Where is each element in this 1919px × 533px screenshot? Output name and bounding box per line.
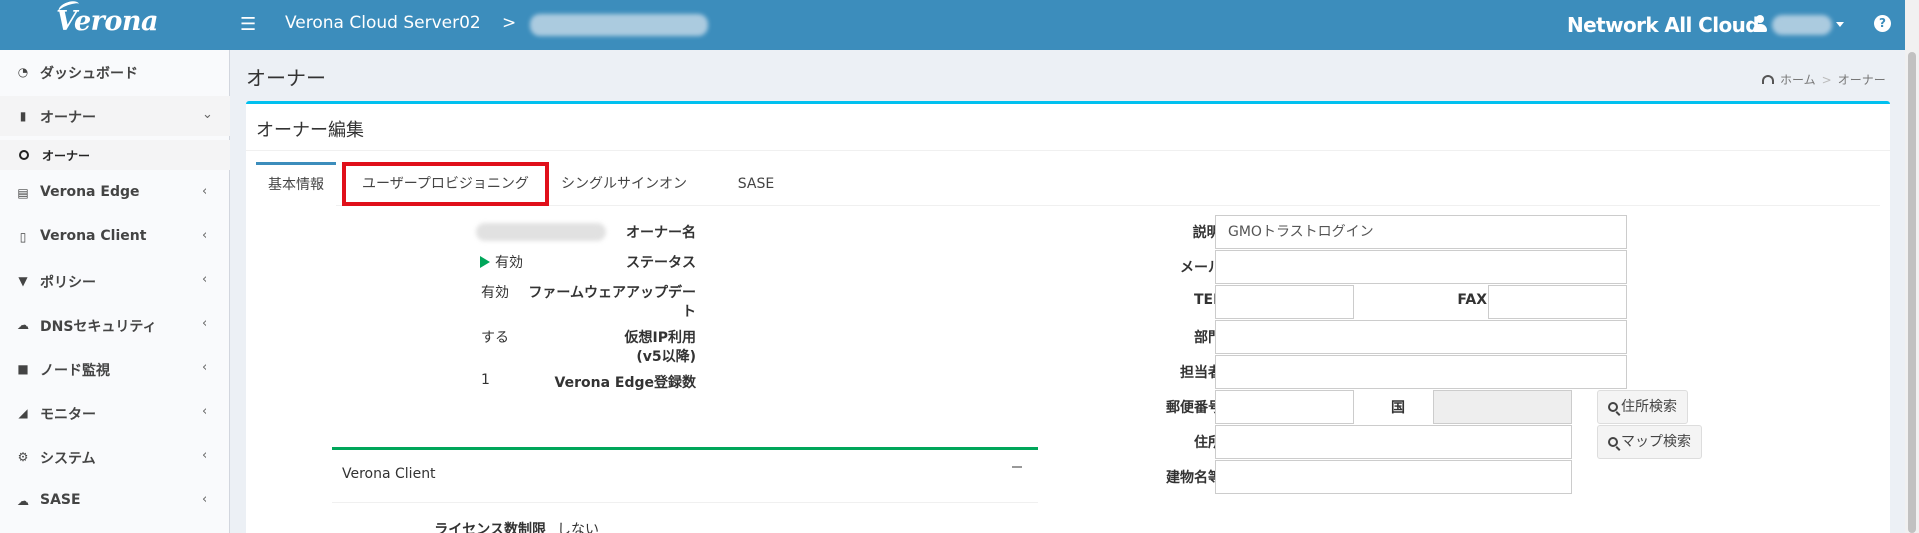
fax-input[interactable] [1488, 285, 1627, 319]
sidebar-item-dns-security[interactable]: ☁ DNSセキュリティ ‹ [0, 305, 230, 345]
chevron-down-icon: ⌄ [202, 107, 213, 122]
hamburger-menu-icon[interactable]: ☰ [240, 14, 256, 35]
chevron-left-icon: ‹ [202, 316, 208, 331]
country-label: 国 [1391, 400, 1405, 416]
divider [246, 150, 1890, 151]
verona-client-box: Verona Client ライセンス数制限 しない [332, 447, 1038, 533]
play-icon [480, 256, 490, 268]
sidebar-subitem-owner[interactable]: オーナー [0, 140, 230, 170]
edge-count-value: 1 [481, 372, 490, 388]
area-chart-icon: ◢ [18, 406, 28, 420]
page-scrollbar[interactable] [1905, 0, 1919, 533]
description-input[interactable]: GMOトラストログイン [1215, 215, 1627, 249]
building-icon: ▮ [19, 109, 27, 123]
redacted-owner-name [530, 14, 708, 36]
tel-input[interactable] [1215, 285, 1354, 319]
redacted-user-name[interactable] [1772, 15, 1832, 35]
chevron-left-icon: ‹ [202, 360, 208, 375]
building-name-label: 建物名等 [1166, 470, 1222, 486]
chevron-left-icon: ‹ [202, 228, 208, 243]
page-title: オーナー [246, 66, 326, 90]
tab-bar: 基本情報 ユーザープロビジョニング シングルサインオン SASE [256, 162, 1880, 206]
fax-label: FAX [1457, 292, 1487, 308]
cloud-icon: ☁ [17, 318, 29, 332]
owner-name-label: オーナー名 [626, 225, 696, 241]
zip-code-label: 郵便番号 [1166, 400, 1222, 416]
user-dropdown-caret-icon[interactable] [1836, 22, 1844, 27]
breadcrumb: ホーム > オーナー [1762, 71, 1886, 88]
box-title: オーナー編集 [256, 120, 364, 141]
firmware-update-label: ファームウェアアップデー [528, 285, 696, 301]
tab-basic-info[interactable]: 基本情報 [256, 162, 336, 206]
chevron-left-icon: ‹ [202, 184, 208, 199]
dashboard-icon [1762, 75, 1774, 84]
dashboard-icon: ◔ [17, 65, 29, 79]
sidebar-item-owner[interactable]: ▮ オーナー ⌄ [0, 96, 230, 136]
map-search-button[interactable]: マップ検索 [1597, 425, 1702, 459]
breadcrumb-separator: > [1821, 73, 1832, 87]
title-separator: > [502, 13, 517, 33]
sidebar-item-verona-edge[interactable]: ▤ Verona Edge ‹ [0, 173, 230, 213]
user-icon[interactable] [1752, 15, 1768, 33]
tab-user-provisioning[interactable]: ユーザープロビジョニング [342, 162, 549, 206]
help-icon[interactable]: ? [1874, 15, 1891, 32]
hdd-icon: ▤ [17, 186, 29, 200]
license-limit-value: しない [557, 522, 599, 533]
status-value: 有効 [480, 252, 523, 272]
server-title: Verona Cloud Server02 [285, 13, 481, 33]
scrollbar-thumb[interactable] [1908, 52, 1916, 533]
client-box-title: Verona Client [342, 466, 436, 482]
verona-logo[interactable]: Verona [56, 0, 196, 44]
network-title: Network All Cloud [1567, 13, 1760, 37]
video-camera-icon: ■ [17, 362, 29, 376]
chevron-left-icon: ‹ [202, 492, 208, 507]
sidebar-item-sase[interactable]: ☁ SASE ‹ [0, 481, 230, 521]
tab-single-sign-on[interactable]: シングルサインオン [559, 162, 689, 206]
sidebar-item-system[interactable]: ⚙ システム ‹ [0, 437, 230, 477]
mobile-icon: ▯ [19, 230, 27, 244]
chevron-left-icon: ‹ [202, 272, 208, 287]
collapse-minus-icon[interactable] [1012, 466, 1022, 468]
divider [332, 502, 1038, 503]
search-icon [1608, 437, 1618, 447]
filter-icon: ▼ [18, 274, 28, 288]
cloud-icon: ☁ [17, 494, 29, 508]
sidebar-item-policy[interactable]: ▼ ポリシー ‹ [0, 261, 230, 301]
gear-icon: ⚙ [17, 450, 29, 464]
department-input[interactable] [1215, 320, 1627, 354]
virtual-ip-label-cont: (v5以降) [636, 349, 696, 365]
sidebar-item-node-monitor[interactable]: ■ ノード監視 ‹ [0, 349, 230, 389]
license-limit-label: ライセンス数制限 [434, 522, 546, 533]
person-in-charge-input[interactable] [1215, 355, 1627, 389]
sidebar-item-verona-client[interactable]: ▯ Verona Client ‹ [0, 217, 230, 257]
firmware-update-value: 有効 [481, 285, 509, 301]
building-name-input[interactable] [1215, 460, 1572, 494]
status-label: ステータス [626, 255, 696, 271]
virtual-ip-value: する [481, 330, 509, 346]
virtual-ip-label: 仮想IP利用 [624, 330, 696, 346]
redacted-owner-name-value [476, 223, 606, 241]
mail-input[interactable] [1215, 250, 1627, 284]
firmware-update-label-cont: ト [682, 304, 696, 320]
breadcrumb-current: オーナー [1837, 73, 1886, 87]
breadcrumb-home[interactable]: ホーム [1780, 73, 1816, 87]
address-search-button[interactable]: 住所検索 [1597, 390, 1688, 424]
country-input [1433, 390, 1572, 424]
chevron-left-icon: ‹ [202, 404, 208, 419]
top-navbar: Verona ☰ Verona Cloud Server02 > Network… [0, 0, 1919, 50]
tab-sase[interactable]: SASE [726, 162, 786, 206]
edge-count-label: Verona Edge登録数 [554, 375, 696, 391]
sidebar-item-dashboard[interactable]: ◔ ダッシュボード [0, 52, 230, 92]
zip-code-input[interactable] [1215, 390, 1354, 424]
search-icon [1608, 402, 1618, 412]
owner-edit-box: オーナー編集 基本情報 ユーザープロビジョニング シングルサインオン SASE … [246, 101, 1890, 533]
sidebar-item-monitor[interactable]: ◢ モニター ‹ [0, 393, 230, 433]
circle-icon [19, 150, 29, 160]
sidebar: ◔ ダッシュボード ▮ オーナー ⌄ オーナー ▤ Verona Edge ‹ … [0, 50, 230, 533]
address-input[interactable] [1215, 425, 1572, 459]
chevron-left-icon: ‹ [202, 448, 208, 463]
